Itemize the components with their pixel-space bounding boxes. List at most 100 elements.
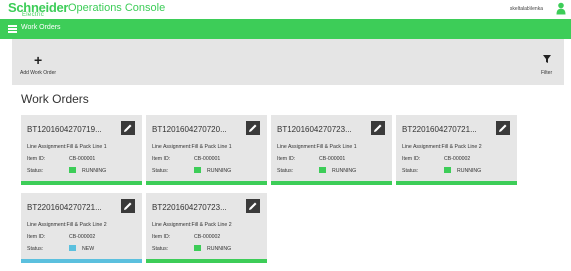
line-assignment-label: Line Assignment:: [402, 144, 442, 150]
app-title: Operations Console: [68, 2, 166, 14]
status-value: RUNNING: [332, 168, 357, 174]
work-order-card[interactable]: BT1201604270723... Line Assignment:Fill …: [271, 115, 392, 185]
filter-label: Filter: [541, 70, 553, 76]
status-value: RUNNING: [207, 246, 232, 252]
status-label: Status:: [277, 168, 294, 174]
status-label: Status:: [27, 168, 44, 174]
status-strip: [396, 181, 517, 185]
filter-icon: [543, 55, 551, 63]
edit-button[interactable]: [371, 121, 385, 135]
status-value: RUNNING: [457, 168, 482, 174]
work-order-card[interactable]: BT2201604270721... Line Assignment:Fill …: [396, 115, 517, 185]
status-strip: [271, 181, 392, 185]
navigation-bar: Work Orders: [0, 19, 571, 39]
item-id-value: CB-000001: [69, 156, 96, 162]
item-id-row: Item ID: CB-000001: [152, 156, 220, 162]
line-assignment-row: Line Assignment:Fill & Pack Line 2: [402, 144, 482, 150]
work-order-card[interactable]: BT2201604270723... Line Assignment:Fill …: [146, 193, 267, 263]
filter-button[interactable]: Filter: [534, 53, 558, 77]
pencil-icon: [124, 124, 132, 132]
edit-button[interactable]: [246, 199, 260, 213]
work-order-card[interactable]: BT1201604270720... Line Assignment:Fill …: [146, 115, 267, 185]
work-order-card[interactable]: BT2201604270721... Line Assignment:Fill …: [21, 193, 142, 263]
page-title: Work Orders: [21, 92, 89, 106]
edit-button[interactable]: [246, 121, 260, 135]
item-id-value: CB-000002: [444, 156, 471, 162]
pencil-icon: [249, 202, 257, 210]
status-label: Status:: [402, 168, 419, 174]
pencil-icon: [124, 202, 132, 210]
line-assignment-row: Line Assignment:Fill & Pack Line 1: [152, 144, 232, 150]
pencil-icon: [374, 124, 382, 132]
status-indicator: [194, 245, 201, 251]
line-assignment-row: Line Assignment:Fill & Pack Line 1: [277, 144, 357, 150]
item-id-label: Item ID:: [152, 156, 171, 162]
app-header: Schneider Electric Operations Console sk…: [0, 0, 571, 19]
item-id-row: Item ID: CB-000002: [152, 234, 220, 240]
schneider-logo[interactable]: Schneider Electric: [8, 0, 68, 18]
line-assignment-label: Line Assignment:: [152, 222, 192, 228]
line-assignment-label: Line Assignment:: [27, 222, 67, 228]
line-assignment-row: Line Assignment:Fill & Pack Line 2: [27, 222, 107, 228]
line-assignment-value: Fill & Pack Line 1: [316, 144, 357, 150]
work-order-id: BT1201604270719...: [27, 125, 102, 134]
pencil-icon: [499, 124, 507, 132]
work-order-id: BT1201604270723...: [277, 125, 352, 134]
status-indicator: [69, 167, 76, 173]
work-order-card[interactable]: BT1201604270719... Line Assignment:Fill …: [21, 115, 142, 185]
status-label: Status:: [152, 168, 169, 174]
line-assignment-value: Fill & Pack Line 1: [191, 144, 232, 150]
item-id-row: Item ID: CB-000001: [27, 156, 95, 162]
hamburger-menu-icon[interactable]: [8, 25, 17, 33]
nav-title: Work Orders: [21, 24, 61, 31]
pencil-icon: [249, 124, 257, 132]
status-row: Status: NEW: [27, 245, 94, 252]
user-name[interactable]: skeltalab\lenka: [510, 6, 543, 12]
edit-button[interactable]: [121, 199, 135, 213]
status-value: RUNNING: [207, 168, 232, 174]
edit-button[interactable]: [496, 121, 510, 135]
edit-button[interactable]: [121, 121, 135, 135]
status-row: Status: RUNNING: [402, 167, 481, 174]
status-strip: [146, 181, 267, 185]
item-id-value: CB-000002: [69, 234, 96, 240]
item-id-value: CB-000001: [194, 156, 221, 162]
work-order-id: BT2201604270721...: [27, 203, 102, 212]
line-assignment-row: Line Assignment:Fill & Pack Line 2: [152, 222, 232, 228]
work-order-id: BT1201604270720...: [152, 125, 227, 134]
status-indicator: [194, 167, 201, 173]
status-indicator: [319, 167, 326, 173]
work-order-id: BT2201604270721...: [402, 125, 477, 134]
logo-subtext: Electric: [22, 12, 45, 18]
add-work-order-button[interactable]: + Add Work Order: [20, 53, 80, 77]
item-id-label: Item ID:: [152, 234, 171, 240]
item-id-label: Item ID:: [27, 156, 46, 162]
status-row: Status: RUNNING: [27, 167, 106, 174]
status-label: Status:: [27, 246, 44, 252]
user-icon[interactable]: [556, 2, 566, 15]
item-id-value: CB-000002: [194, 234, 221, 240]
item-id-row: Item ID: CB-000001: [277, 156, 345, 162]
line-assignment-label: Line Assignment:: [27, 144, 67, 150]
status-strip: [146, 259, 267, 263]
item-id-label: Item ID:: [402, 156, 421, 162]
status-row: Status: RUNNING: [152, 167, 231, 174]
line-assignment-value: Fill & Pack Line 2: [441, 144, 482, 150]
action-bar: + Add Work Order Filter: [12, 39, 564, 85]
status-strip: [21, 181, 142, 185]
line-assignment-label: Line Assignment:: [277, 144, 317, 150]
add-work-order-label: Add Work Order: [20, 70, 57, 76]
status-indicator: [69, 245, 76, 251]
status-value: NEW: [82, 246, 95, 252]
line-assignment-row: Line Assignment:Fill & Pack Line 1: [27, 144, 107, 150]
line-assignment-value: Fill & Pack Line 1: [66, 144, 107, 150]
status-row: Status: RUNNING: [277, 167, 356, 174]
work-order-grid: BT1201604270719... Line Assignment:Fill …: [21, 115, 551, 271]
status-row: Status: RUNNING: [152, 245, 231, 252]
work-order-id: BT2201604270723...: [152, 203, 227, 212]
line-assignment-value: Fill & Pack Line 2: [191, 222, 232, 228]
plus-icon: +: [34, 52, 43, 68]
item-id-label: Item ID:: [277, 156, 296, 162]
status-value: RUNNING: [82, 168, 107, 174]
item-id-row: Item ID: CB-000002: [27, 234, 95, 240]
